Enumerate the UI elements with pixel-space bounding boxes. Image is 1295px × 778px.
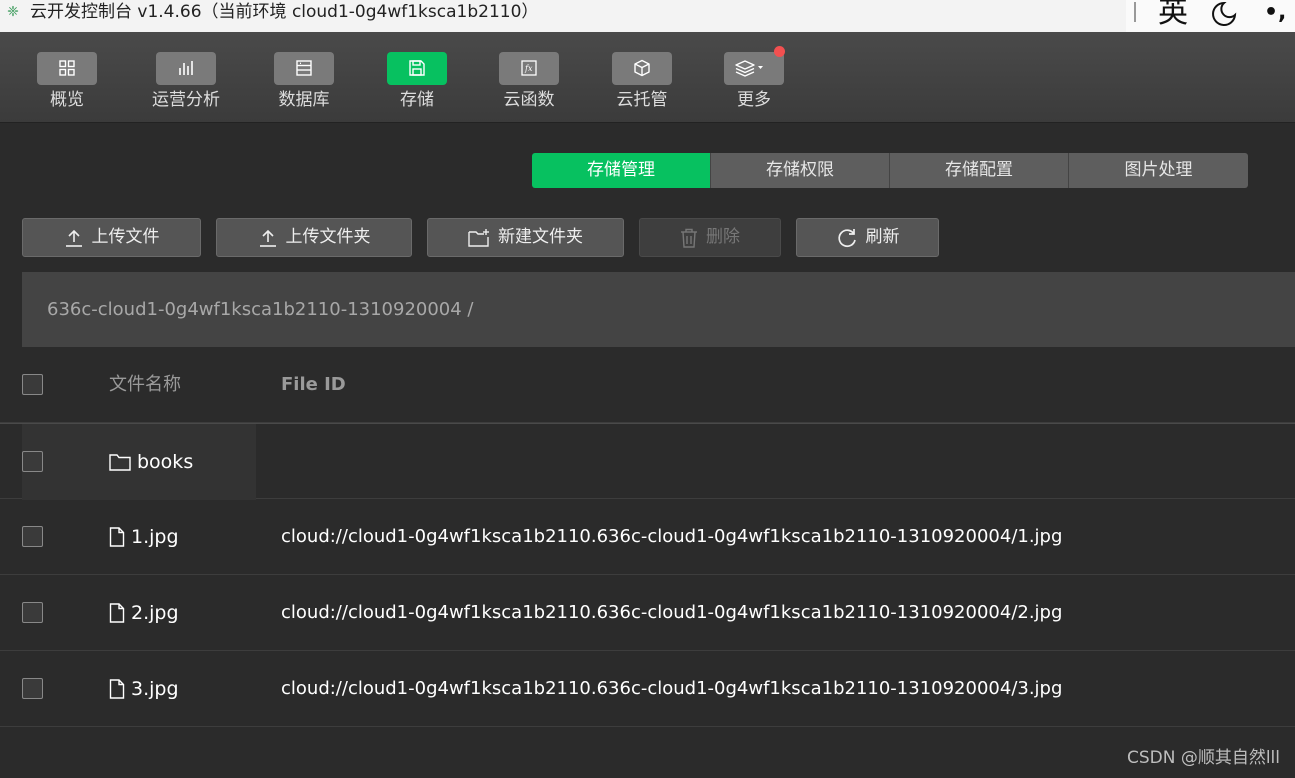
toolbar-item-more[interactable]: 更多 xyxy=(709,46,799,111)
toolbar-item-analytics[interactable]: 运营分析 xyxy=(141,52,231,111)
layers-icon xyxy=(735,60,763,77)
ime-toolbar: 英 •, xyxy=(1126,0,1295,34)
grid-icon xyxy=(59,60,75,76)
storage-tabs: 存储管理 存储权限 存储配置 图片处理 xyxy=(532,153,1248,188)
upload-file-button[interactable]: 上传文件 xyxy=(22,218,201,257)
toolbar-item-database[interactable]: 数据库 xyxy=(259,52,349,111)
bar-chart-icon xyxy=(179,61,193,75)
select-all-checkbox[interactable] xyxy=(22,374,43,395)
row-checkbox[interactable] xyxy=(22,602,43,623)
table-header: 文件名称 File ID xyxy=(0,347,1295,423)
toolbar-item-label: 运营分析 xyxy=(152,90,220,110)
toolbar-item-storage[interactable]: 存储 xyxy=(372,52,462,111)
row-checkbox[interactable] xyxy=(22,451,43,472)
file-name: 1.jpg xyxy=(131,526,179,548)
toolbar-item-label: 概览 xyxy=(50,90,84,110)
database-icon xyxy=(296,60,312,76)
file-name-cell[interactable]: 1.jpg xyxy=(109,499,179,575)
ime-punctuation-toggle[interactable]: •, xyxy=(1264,0,1286,28)
function-icon: fx xyxy=(521,60,537,76)
table-row[interactable]: 1.jpg cloud://cloud1-0g4wf1ksca1b2110.63… xyxy=(0,499,1295,575)
tab-storage-config[interactable]: 存储配置 xyxy=(890,153,1069,188)
file-icon xyxy=(109,527,125,547)
file-id-cell: cloud://cloud1-0g4wf1ksca1b2110.636c-clo… xyxy=(281,602,1063,623)
toolbar-item-label: 更多 xyxy=(737,90,771,110)
app-logo-icon: ❈ xyxy=(7,4,19,20)
chevron-down-icon xyxy=(758,66,763,69)
toolbar-item-label: 云函数 xyxy=(503,90,555,110)
refresh-button[interactable]: 刷新 xyxy=(796,218,939,257)
toolbar-item-label: 数据库 xyxy=(278,90,330,110)
file-icon xyxy=(109,679,125,699)
window-title: 云开发控制台 v1.4.66（当前环境 cloud1-0g4wf1ksca1b2… xyxy=(30,2,539,22)
folder-name: books xyxy=(137,451,194,473)
new-folder-button[interactable]: 新建文件夹 xyxy=(427,218,624,257)
title-bar: ❈ 云开发控制台 v1.4.66（当前环境 cloud1-0g4wf1ksca1… xyxy=(0,0,1295,32)
upload-icon xyxy=(65,229,82,247)
file-id-cell: cloud://cloud1-0g4wf1ksca1b2110.636c-clo… xyxy=(281,678,1063,699)
upload-folder-button[interactable]: 上传文件夹 xyxy=(216,218,412,257)
delete-button[interactable]: 删除 xyxy=(639,218,781,257)
trash-icon xyxy=(681,228,697,248)
upload-file-label: 上传文件 xyxy=(91,227,160,247)
file-name: 3.jpg xyxy=(131,678,179,700)
cube-icon xyxy=(634,59,650,77)
table-row[interactable]: 2.jpg cloud://cloud1-0g4wf1ksca1b2110.63… xyxy=(0,575,1295,651)
ime-handle[interactable] xyxy=(1134,2,1136,22)
column-header-file-id: File ID xyxy=(281,374,346,395)
watermark: CSDN @顺其自然lll xyxy=(1126,748,1280,768)
file-icon xyxy=(109,603,125,623)
table-row[interactable]: books xyxy=(0,423,1295,500)
delete-label: 删除 xyxy=(706,227,740,247)
column-header-name[interactable]: 文件名称 xyxy=(109,347,181,423)
file-table: 文件名称 File ID books 1.jpg cloud://cloud1-… xyxy=(0,347,1295,727)
ime-language-toggle[interactable]: 英 xyxy=(1158,0,1188,30)
tab-storage-permissions[interactable]: 存储权限 xyxy=(711,153,890,188)
tab-image-processing[interactable]: 图片处理 xyxy=(1069,153,1248,188)
folder-name-cell[interactable]: books xyxy=(109,424,193,500)
app-window: ❈ 云开发控制台 v1.4.66（当前环境 cloud1-0g4wf1ksca1… xyxy=(0,0,1295,778)
row-checkbox[interactable] xyxy=(22,526,43,547)
toolbar-item-label: 存储 xyxy=(400,90,434,110)
row-checkbox[interactable] xyxy=(22,678,43,699)
notification-badge xyxy=(774,46,785,57)
tab-storage-management[interactable]: 存储管理 xyxy=(532,153,711,188)
moon-icon[interactable] xyxy=(1210,0,1238,28)
upload-icon xyxy=(259,229,276,247)
table-row[interactable]: 3.jpg cloud://cloud1-0g4wf1ksca1b2110.63… xyxy=(0,651,1295,727)
file-name: 2.jpg xyxy=(131,602,179,624)
breadcrumb[interactable]: 636c-cloud1-0g4wf1ksca1b2110-1310920004 … xyxy=(22,272,1295,347)
toolbar-item-cloud-hosting[interactable]: 云托管 xyxy=(597,52,687,111)
file-name-cell[interactable]: 2.jpg xyxy=(109,575,179,651)
new-folder-icon xyxy=(468,228,489,247)
svg-text:fx: fx xyxy=(524,64,533,73)
toolbar-item-label: 云托管 xyxy=(616,90,668,110)
main-toolbar: 概览 运营分析 数据库 存储 fx 云函数 云托管 更多 xyxy=(0,32,1295,123)
toolbar-item-functions[interactable]: fx 云函数 xyxy=(484,52,574,111)
refresh-label: 刷新 xyxy=(865,227,900,247)
upload-folder-label: 上传文件夹 xyxy=(285,227,371,247)
new-folder-label: 新建文件夹 xyxy=(498,227,583,247)
toolbar-item-overview[interactable]: 概览 xyxy=(22,52,112,111)
folder-icon xyxy=(109,454,131,471)
refresh-icon xyxy=(837,228,856,247)
file-name-cell[interactable]: 3.jpg xyxy=(109,651,179,727)
file-id-cell: cloud://cloud1-0g4wf1ksca1b2110.636c-clo… xyxy=(281,526,1063,547)
save-icon xyxy=(409,60,425,76)
